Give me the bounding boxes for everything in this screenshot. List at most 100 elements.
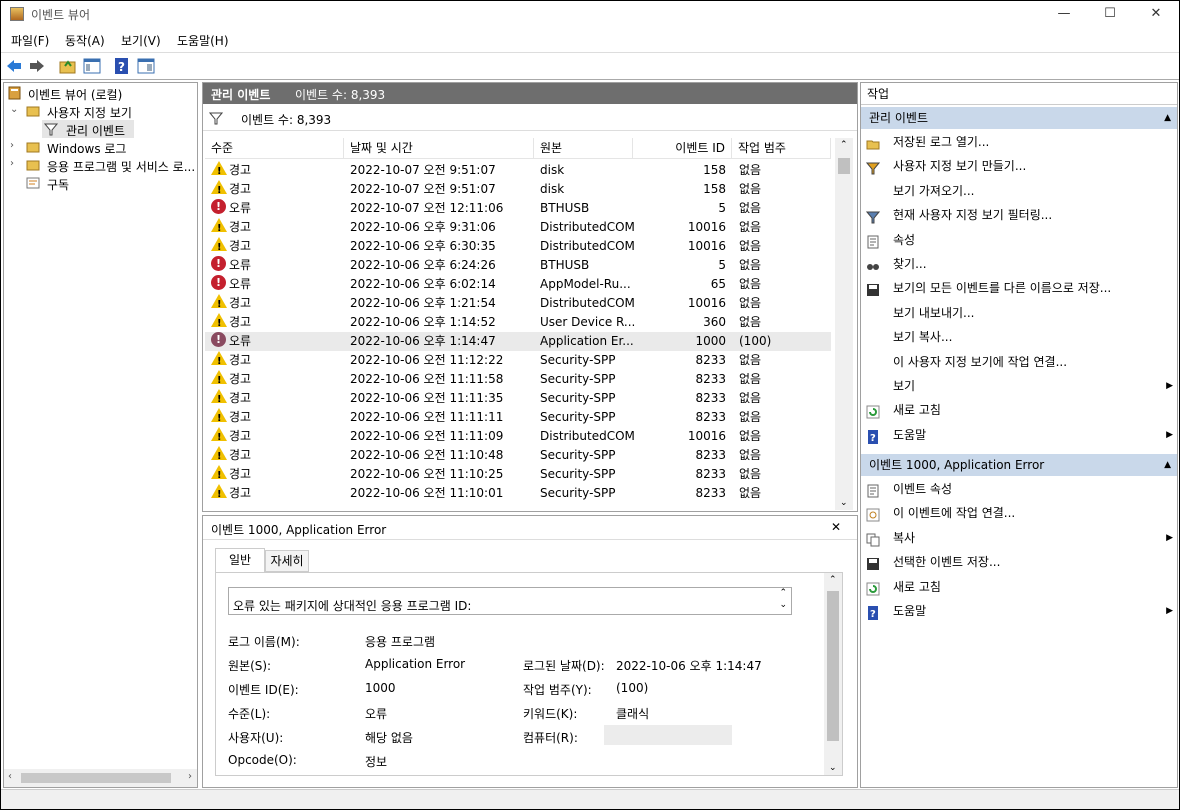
label-user: 사용자(U): [228, 731, 284, 745]
message-textbox[interactable]: 오류 있는 패키지에 상대적인 응용 프로그램 ID: ⌃ ⌄ [228, 587, 792, 615]
scrollbar-thumb[interactable] [21, 773, 171, 783]
forward-icon[interactable] [28, 57, 46, 75]
table-row[interactable]: ! 오류 2022-10-07 오전 12:11:06 BTHUSB 없음 5 [205, 199, 831, 218]
tab-details[interactable]: 자세히 [265, 550, 309, 572]
submenu-arrow-icon: ▶ [1166, 606, 1173, 616]
table-row[interactable]: 경고 2022-10-06 오전 11:10:01 Security-SPP 없음 82… [205, 484, 831, 504]
action-item[interactable]: ? 도움말 ▶ [861, 423, 1177, 447]
action-item[interactable]: 보기 가져오기... [861, 179, 1177, 203]
menu-help[interactable]: 도움말(H) [177, 32, 229, 49]
scrollbar-thumb[interactable] [838, 158, 850, 174]
tree-horizontal-scrollbar[interactable]: ‹ › [4, 769, 197, 787]
actions-section-event[interactable]: 이벤트 1000, Application Error ▲ [861, 454, 1177, 476]
action-item[interactable]: 저장된 로그 열기... [861, 130, 1177, 154]
help-icon[interactable]: ? [113, 57, 131, 75]
cell-source: DistributedCOM [540, 429, 635, 443]
show-hide-action-pane-icon[interactable] [137, 57, 155, 75]
show-hide-tree-icon[interactable] [83, 57, 101, 75]
tab-general[interactable]: 일반 [215, 548, 265, 572]
action-item[interactable]: 보기 ▶ [861, 374, 1177, 398]
scroll-up-icon[interactable]: ⌃ [829, 575, 837, 585]
action-item[interactable]: 이벤트 속성 [861, 477, 1177, 501]
table-row[interactable]: 경고 2022-10-06 오후 9:31:06 DistributedCOM 없음 1… [205, 218, 831, 238]
table-row[interactable]: 경고 2022-10-06 오전 11:11:35 Security-SPP 없음 82… [205, 389, 831, 409]
close-button[interactable]: ✕ [1133, 1, 1179, 28]
action-item[interactable]: 속성 [861, 228, 1177, 252]
table-row[interactable]: ! 오류 2022-10-06 오후 6:02:14 AppModel-Ru... 없음… [205, 275, 831, 294]
cell-level: 경고 [229, 372, 252, 386]
action-item[interactable]: 이 사용자 지정 보기에 작업 연결... [861, 350, 1177, 374]
chevron-right-icon[interactable]: › [10, 140, 14, 151]
cell-source: AppModel-Ru... [540, 277, 631, 291]
col-event-id[interactable]: 이벤트 ID [633, 138, 732, 158]
scrollbar-thumb[interactable] [827, 591, 839, 741]
action-item[interactable]: 사용자 지정 보기 만들기... [861, 154, 1177, 178]
action-item[interactable]: 새로 고침 [861, 575, 1177, 599]
actions-list-2: 이벤트 속성 이 이벤트에 작업 연결... 복사 ▶ 선택한 이벤트 저장... 새로 … [861, 477, 1177, 627]
tree-label-subscriptions: 구독 [47, 178, 70, 192]
col-level[interactable]: 수준 [205, 138, 344, 158]
minimize-button[interactable]: — [1041, 1, 1087, 28]
scroll-right-icon[interactable]: › [188, 771, 192, 782]
cell-category: 없음 [739, 372, 762, 386]
console-tree-pane: 이벤트 뷰어 (로컬) ⌄ 사용자 지정 보기 관리 이벤트 › Windows… [3, 82, 198, 788]
action-item[interactable]: 복사 ▶ [861, 526, 1177, 550]
maximize-button[interactable]: ☐ [1087, 1, 1133, 28]
table-row[interactable]: ! 오류 2022-10-06 오후 6:24:26 BTHUSB 없음 5 [205, 256, 831, 275]
menu-view[interactable]: 보기(V) [121, 32, 161, 49]
action-item[interactable]: 선택한 이벤트 저장... [861, 550, 1177, 574]
cell-category: 없음 [739, 163, 762, 177]
table-row[interactable]: 경고 2022-10-06 오후 1:14:52 User Device R... 없… [205, 313, 831, 333]
cell-event-id: 8233 [695, 448, 726, 462]
event-list-header: 관리 이벤트 이벤트 수: 8,393 [203, 83, 857, 104]
table-row[interactable]: 경고 2022-10-06 오전 11:11:58 Security-SPP 없음 82… [205, 370, 831, 390]
menu-action[interactable]: 동작(A) [65, 32, 105, 49]
value-source: Application Error [365, 657, 466, 671]
scroll-down-icon[interactable]: ⌄ [829, 763, 837, 773]
actions-section-admin-events[interactable]: 관리 이벤트 ▲ [861, 107, 1177, 129]
table-row[interactable]: 경고 2022-10-06 오전 11:11:09 DistributedCOM 없음… [205, 427, 831, 447]
table-row[interactable]: 경고 2022-10-06 오전 11:12:22 Security-SPP 없음 82… [205, 351, 831, 371]
scroll-down-icon[interactable]: ⌄ [840, 498, 848, 508]
detail-vertical-scrollbar[interactable]: ⌃ ⌄ [824, 573, 842, 775]
col-source[interactable]: 원본 [534, 138, 633, 158]
scroll-up-icon[interactable]: ⌃ [840, 140, 848, 150]
table-row[interactable]: 경고 2022-10-07 오전 9:51:07 disk 없음 158 [205, 180, 831, 200]
col-date[interactable]: 날짜 및 시간 [344, 138, 534, 158]
collapse-icon[interactable]: ▲ [1164, 454, 1171, 476]
action-item[interactable]: 이 이벤트에 작업 연결... [861, 501, 1177, 525]
table-row[interactable]: 경고 2022-10-06 오후 1:21:54 DistributedCOM 없음 1… [205, 294, 831, 314]
actions-title: 작업 [861, 83, 1177, 105]
menu-file[interactable]: 파일(F) [11, 32, 49, 49]
action-item[interactable]: 현재 사용자 지정 보기 필터링... [861, 203, 1177, 227]
action-item[interactable]: 보기의 모든 이벤트를 다른 이름으로 저장... [861, 276, 1177, 300]
back-icon[interactable] [5, 57, 23, 75]
chevron-down-icon[interactable]: ⌄ [10, 104, 18, 115]
action-item[interactable]: 보기 복사... [861, 325, 1177, 349]
detail-close-icon[interactable]: ✕ [831, 520, 841, 534]
folder-up-icon[interactable] [59, 57, 77, 75]
action-item[interactable]: ? 도움말 ▶ [861, 599, 1177, 623]
scroll-left-icon[interactable]: ‹ [8, 771, 12, 782]
warning-icon [211, 484, 227, 504]
cell-level: 경고 [229, 410, 252, 424]
grid-vertical-scrollbar[interactable]: ⌃ ⌄ [835, 138, 853, 510]
message-scroll-up-icon[interactable]: ⌃ [779, 588, 787, 598]
table-row[interactable]: 경고 2022-10-06 오전 11:10:48 Security-SPP 없음 82… [205, 446, 831, 466]
cell-date: 2022-10-06 오전 11:11:58 [350, 372, 504, 386]
table-row[interactable]: 경고 2022-10-06 오전 11:11:11 Security-SPP 없음 82… [205, 408, 831, 428]
collapse-icon[interactable]: ▲ [1164, 107, 1171, 129]
table-row[interactable]: ! 오류 2022-10-06 오후 1:14:47 Application Er..… [205, 332, 831, 351]
action-item[interactable]: 찾기... [861, 252, 1177, 276]
message-scroll-down-icon[interactable]: ⌄ [779, 600, 787, 610]
action-item[interactable]: 새로 고침 [861, 398, 1177, 422]
action-item[interactable]: 보기 내보내기... [861, 301, 1177, 325]
table-row[interactable]: 경고 2022-10-06 오후 6:30:35 DistributedCOM 없음 1… [205, 237, 831, 257]
chevron-right-icon[interactable]: › [10, 158, 14, 169]
col-category[interactable]: 작업 범주 [732, 138, 831, 158]
table-row[interactable]: 경고 2022-10-06 오전 11:10:25 Security-SPP 없음 82… [205, 465, 831, 485]
tree-item-admin-events[interactable]: 관리 이벤트 [42, 120, 134, 138]
cell-source: Security-SPP [540, 486, 616, 500]
table-row[interactable]: 경고 2022-10-07 오전 9:51:07 disk 없음 158 [205, 161, 831, 181]
cell-date: 2022-10-06 오전 11:12:22 [350, 353, 504, 367]
